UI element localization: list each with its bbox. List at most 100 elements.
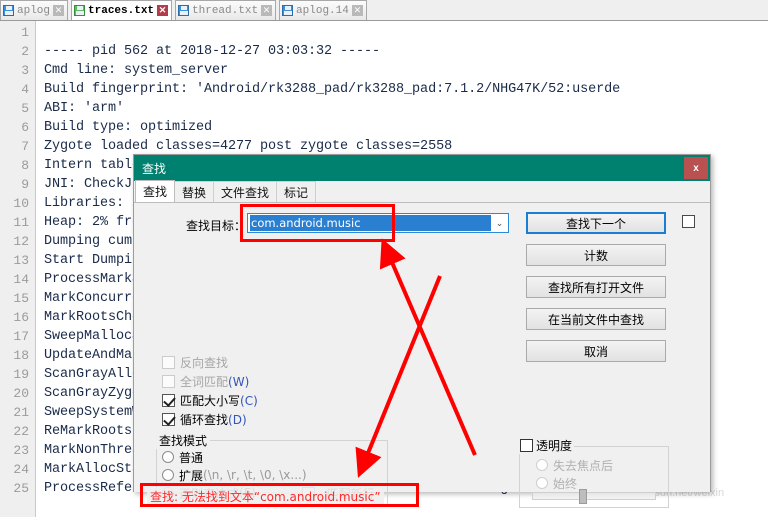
line-number: 19	[13, 367, 29, 382]
save-disk-icon	[74, 5, 86, 16]
save-disk-icon	[178, 5, 190, 16]
find-options-list: 反向查找 全词匹配 (W) 匹配大小写 (C) 循环查找 (D)	[162, 353, 258, 429]
line-number: 13	[13, 253, 29, 268]
line-number: 21	[13, 405, 29, 420]
close-icon[interactable]: x	[684, 157, 708, 179]
checkbox-icon	[162, 413, 175, 426]
line-number: 5	[21, 101, 29, 116]
option-label: 匹配大小写	[180, 394, 241, 408]
close-icon[interactable]: ✕	[261, 5, 273, 16]
line-number: 25	[13, 481, 29, 496]
line-number: 3	[21, 63, 29, 78]
editor-tabbar: aplog ✕ traces.txt ✕ thread.txt ✕ aplog.…	[0, 0, 768, 21]
find-dialog: 查找 x 查找 替换 文件查找 标记 查找目标： com.android.mus…	[133, 154, 711, 508]
transparency-group: 透明度 失去焦点后 始终	[518, 437, 669, 508]
line-number: 2	[21, 44, 29, 59]
save-disk-icon	[3, 5, 14, 16]
search-mode-legend: 查找模式	[156, 432, 211, 449]
find-target-label: 查找目标：	[186, 219, 247, 233]
cancel-button[interactable]: 取消	[526, 340, 666, 362]
keep-open-checkbox[interactable]	[682, 215, 695, 228]
dialog-body: 查找目标： com.android.music ⌄ 查找下一个 计数 查找所有打…	[134, 203, 710, 508]
line-number-gutter: 1 2 3 4 5 6 7 8 9 10 11 12 13 14 15 16 1…	[0, 21, 36, 517]
radio-label: 始终	[553, 476, 578, 491]
radio-label: 扩展	[179, 468, 204, 483]
line-number: 18	[13, 348, 29, 363]
line-number: 1	[21, 25, 29, 40]
slider-thumb[interactable]	[579, 489, 587, 504]
radio-on-lose-focus[interactable]: 失去焦点后	[536, 456, 613, 474]
checkbox-icon	[162, 394, 175, 407]
line-number: 22	[13, 424, 29, 439]
line-number: 6	[21, 120, 29, 135]
tab-find-in-files[interactable]: 文件查找	[213, 181, 278, 202]
line-number: 17	[13, 329, 29, 344]
radio-normal[interactable]: 普通	[162, 448, 307, 466]
dialog-tabs: 查找 替换 文件查找 标记	[134, 180, 710, 203]
line-number: 12	[13, 234, 29, 249]
line-number: 11	[13, 215, 29, 230]
close-icon[interactable]: ✕	[351, 5, 363, 16]
find-next-button[interactable]: 查找下一个	[526, 212, 666, 234]
close-icon[interactable]: ✕	[53, 5, 65, 16]
line-number: 16	[13, 310, 29, 325]
tab-aplog-14[interactable]: aplog.14 ✕	[279, 0, 367, 20]
save-disk-icon	[282, 5, 294, 16]
code-line: Cmd line: system_server	[44, 63, 229, 78]
chevron-down-icon[interactable]: ⌄	[491, 218, 508, 229]
count-button[interactable]: 计数	[526, 244, 666, 266]
transparency-label: 透明度	[536, 439, 573, 453]
option-backward-search[interactable]: 反向查找	[162, 353, 258, 372]
tab-label: aplog	[17, 4, 51, 17]
dialog-title: 查找	[142, 161, 167, 176]
dialog-titlebar[interactable]: 查找 x	[134, 155, 710, 181]
code-line: ABI: 'arm'	[44, 101, 125, 116]
status-message: 查找: 无法找到文本“com.android.music”	[147, 487, 384, 506]
tab-replace[interactable]: 替换	[174, 181, 215, 202]
option-accel: (D)	[228, 412, 247, 427]
line-number: 7	[21, 139, 29, 154]
tab-aplog[interactable]: aplog ✕	[0, 0, 69, 20]
option-label: 反向查找	[180, 356, 229, 370]
radio-extended[interactable]: 扩展 (\n, \r, \t, \0, \x...)	[162, 466, 307, 484]
option-whole-word[interactable]: 全词匹配 (W)	[162, 372, 258, 391]
radio-always[interactable]: 始终	[536, 474, 613, 492]
find-input-value: com.android.music	[250, 215, 491, 231]
tab-mark[interactable]: 标记	[276, 181, 317, 202]
find-all-open-files-button[interactable]: 查找所有打开文件	[526, 276, 666, 298]
line-number: 14	[13, 272, 29, 287]
line-number: 8	[21, 158, 29, 173]
tab-label: traces.txt	[88, 4, 155, 17]
transparency-slider[interactable]	[532, 489, 656, 504]
line-number: 24	[13, 462, 29, 477]
line-number: 10	[13, 196, 29, 211]
line-number: 4	[21, 82, 29, 97]
close-icon[interactable]: ✕	[157, 5, 169, 16]
radio-label: 普通	[179, 450, 204, 465]
radio-icon	[162, 451, 174, 463]
tab-traces-txt[interactable]: traces.txt ✕	[71, 0, 173, 20]
transparency-checkbox[interactable]: 透明度	[518, 437, 575, 454]
radio-label: 失去焦点后	[553, 458, 614, 473]
option-label: 循环查找	[180, 413, 229, 427]
checkbox-icon	[162, 356, 175, 369]
checkbox-icon	[162, 375, 175, 388]
line-number: 23	[13, 443, 29, 458]
option-label: 全词匹配	[180, 375, 229, 389]
radio-icon	[536, 459, 548, 471]
tab-find[interactable]: 查找	[135, 180, 176, 202]
line-number: 15	[13, 291, 29, 306]
code-line: ----- pid 562 at 2018-12-27 03:03:32 ---…	[44, 44, 381, 59]
find-in-current-file-button[interactable]: 在当前文件中查找	[526, 308, 666, 330]
option-wrap-around[interactable]: 循环查找 (D)	[162, 410, 258, 429]
find-input[interactable]: com.android.music ⌄	[247, 213, 509, 233]
app-root: aplog ✕ traces.txt ✕ thread.txt ✕ aplog.…	[0, 0, 768, 517]
tab-thread-txt[interactable]: thread.txt ✕	[175, 0, 277, 20]
radio-icon	[536, 477, 548, 489]
option-match-case[interactable]: 匹配大小写 (C)	[162, 391, 258, 410]
line-number: 20	[13, 386, 29, 401]
radio-icon	[162, 469, 174, 481]
line-number: 9	[21, 177, 29, 192]
transparency-radios: 失去焦点后 始终	[536, 456, 613, 492]
